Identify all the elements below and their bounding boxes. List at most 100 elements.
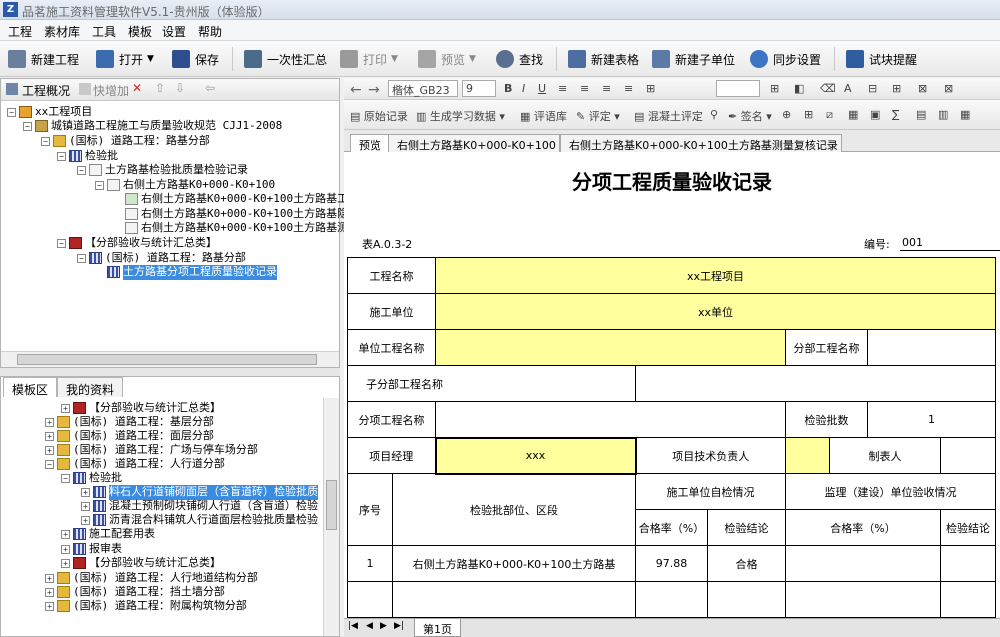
link-icon[interactable]: ⚲ — [710, 108, 718, 121]
table-icon[interactable]: ⊞ — [804, 108, 813, 121]
align-center-icon[interactable]: ≡ — [580, 82, 589, 95]
collapse-icon[interactable]: − — [45, 459, 54, 469]
tab-my-data[interactable]: 我的资料 — [57, 377, 124, 397]
template-node[interactable]: + (国标) 道路工程：附属构筑物分部 — [45, 599, 247, 614]
print-button[interactable]: 打印 ▼ — [340, 48, 398, 70]
template-leaf[interactable]: + 沥青混合料铺筑人行道面层检验批质量检验 — [81, 513, 318, 528]
concrete-evaluate-button[interactable]: ▤ 混凝土评定 — [634, 108, 703, 124]
delete-column-icon[interactable]: ⊠ — [944, 82, 953, 95]
expand-icon[interactable]: + — [81, 487, 90, 497]
scrollbar-thumb[interactable] — [326, 480, 337, 530]
sign-button[interactable]: ✒ 签名 ▾ — [728, 108, 772, 124]
align-right-icon[interactable]: ≡ — [602, 82, 611, 95]
tech-lead-field[interactable] — [785, 437, 830, 474]
new-subunit-button[interactable]: 新建子单位 — [652, 48, 735, 70]
template-leaf[interactable]: + 料石人行道铺砌面层（含盲道砖）检验批质 — [81, 485, 318, 500]
template-node[interactable]: + 报审表 — [61, 542, 122, 557]
project-overview-button[interactable]: 工程概况 — [22, 82, 70, 99]
original-record-button[interactable]: ▤ 原始记录 — [350, 108, 408, 124]
row-conclusion[interactable]: 合格 — [707, 545, 786, 582]
delete-icon[interactable]: ✕ — [132, 81, 142, 95]
font-size-select[interactable]: 9 — [462, 80, 496, 97]
row-sup-conclusion[interactable] — [939, 545, 997, 582]
collapse-icon[interactable]: − — [77, 253, 86, 263]
expand-icon[interactable]: + — [61, 544, 70, 554]
empty-cell[interactable] — [939, 581, 997, 618]
learn-data-button[interactable]: ▥ 生成学习数据 ▾ — [416, 108, 505, 124]
tree-node-summary[interactable]: − 【分部验收与统计汇总类】 — [57, 236, 217, 251]
unit-project-field[interactable] — [435, 329, 786, 366]
template-node[interactable]: + (国标) 道路工程：面层分部 — [45, 429, 214, 444]
row-location[interactable]: 右侧土方路基K0+000-K0+100土方路基 — [392, 545, 636, 582]
move-down-icon[interactable]: ⇩ — [175, 81, 185, 95]
lock-icon[interactable]: ▥ — [938, 108, 948, 121]
tree-node-section[interactable]: − 右侧土方路基K0+000-K0+100 — [95, 178, 275, 193]
tree-node-standard[interactable]: − 城镇道路工程施工与质量验收规范 CJJ1-2008 — [23, 119, 282, 134]
empty-cell[interactable] — [347, 581, 393, 618]
empty-cell[interactable] — [392, 581, 636, 618]
horizontal-scrollbar[interactable] — [1, 351, 339, 367]
expand-icon[interactable]: + — [61, 403, 70, 413]
align-left-icon[interactable]: ≡ — [558, 82, 567, 95]
subunit-field[interactable] — [634, 365, 997, 402]
line-style-select[interactable] — [716, 80, 760, 97]
scrollbar-thumb[interactable] — [17, 354, 317, 365]
back-icon[interactable]: ⇦ — [205, 81, 215, 95]
tree-node-division[interactable]: − (国标) 道路工程：路基分部 — [41, 134, 210, 149]
expand-icon[interactable]: + — [45, 601, 54, 611]
menu-templates[interactable]: 模板 — [128, 23, 152, 40]
clear-format-icon[interactable]: ⌫ — [820, 82, 836, 95]
diagonal-icon[interactable]: ⧄ — [826, 108, 833, 122]
last-page-icon[interactable]: ▶| — [394, 621, 404, 631]
tree-node-summary-division[interactable]: − (国标) 道路工程：路基分部 — [77, 251, 246, 266]
division-field[interactable] — [866, 329, 997, 366]
settings-icon[interactable]: ▦ — [960, 108, 970, 121]
expand-icon[interactable]: + — [81, 515, 90, 525]
bold-icon[interactable]: B — [504, 82, 512, 95]
subitem-field[interactable] — [435, 401, 786, 438]
delete-row-icon[interactable]: ⊠ — [918, 82, 927, 95]
italic-icon[interactable]: I — [522, 82, 525, 95]
template-node[interactable]: + (国标) 道路工程：挡土墙分部 — [45, 585, 225, 600]
menu-project[interactable]: 工程 — [8, 23, 32, 40]
insert-row-icon[interactable]: ⊟ — [868, 82, 877, 95]
expand-icon[interactable]: + — [45, 587, 54, 597]
template-node[interactable]: + (国标) 道路工程：基层分部 — [45, 415, 214, 430]
quick-add-button[interactable]: 快增加 — [93, 82, 129, 99]
fill-color-icon[interactable]: ◧ — [794, 82, 804, 95]
image-icon[interactable]: ▣ — [870, 108, 880, 121]
font-family-select[interactable]: 楷体_GB23 — [388, 80, 458, 97]
template-node[interactable]: + (国标) 道路工程：人行地道结构分部 — [45, 571, 258, 586]
page-icon[interactable]: ▤ — [916, 108, 926, 121]
panel-splitter[interactable] — [0, 368, 340, 376]
border-icon[interactable]: ⊞ — [770, 82, 779, 95]
stamp-icon[interactable]: ⊕ — [782, 108, 791, 121]
expand-icon[interactable]: + — [61, 558, 70, 568]
tab-section-record[interactable]: 右侧土方路基K0+000-K0+100 — [388, 134, 560, 152]
menu-help[interactable]: 帮助 — [198, 23, 222, 40]
expand-icon[interactable]: + — [45, 445, 54, 455]
row-pass-rate[interactable]: 97.88 — [635, 545, 708, 582]
collapse-icon[interactable]: − — [95, 180, 104, 190]
grid-view-icon[interactable]: ▦ — [848, 108, 858, 121]
sync-settings-button[interactable]: 同步设置 — [750, 48, 821, 70]
test-block-reminder-button[interactable]: 试块提醒 — [846, 48, 917, 70]
find-button[interactable]: 查找 — [496, 48, 543, 70]
batch-count-field[interactable]: 1 — [866, 401, 997, 438]
empty-cell[interactable] — [785, 581, 941, 618]
collapse-icon[interactable]: − — [57, 151, 66, 161]
collapse-icon[interactable]: − — [57, 238, 66, 248]
empty-cell[interactable] — [635, 581, 708, 618]
construction-unit-field[interactable]: xx单位 — [434, 293, 997, 330]
collapse-icon[interactable]: − — [61, 473, 70, 483]
tree-leaf-record[interactable]: 右侧土方路基K0+000-K0+100土方路基测 — [125, 221, 348, 236]
number-field[interactable]: 001 — [900, 234, 1000, 251]
open-button[interactable]: 打开 ▼ — [96, 48, 154, 70]
tree-node-earthwork[interactable]: − 土方路基检验批质量检验记录 — [77, 163, 248, 178]
template-node[interactable]: − 检验批 — [61, 471, 122, 486]
template-leaf[interactable]: + 混凝土预制砌块铺砌人行道（含盲道）检验 — [81, 499, 318, 514]
save-button[interactable]: 保存 — [172, 48, 219, 70]
insert-column-icon[interactable]: ⊞ — [892, 82, 901, 95]
tree-node-project[interactable]: − xx工程项目 — [7, 105, 92, 120]
vertical-scrollbar[interactable] — [323, 398, 339, 636]
